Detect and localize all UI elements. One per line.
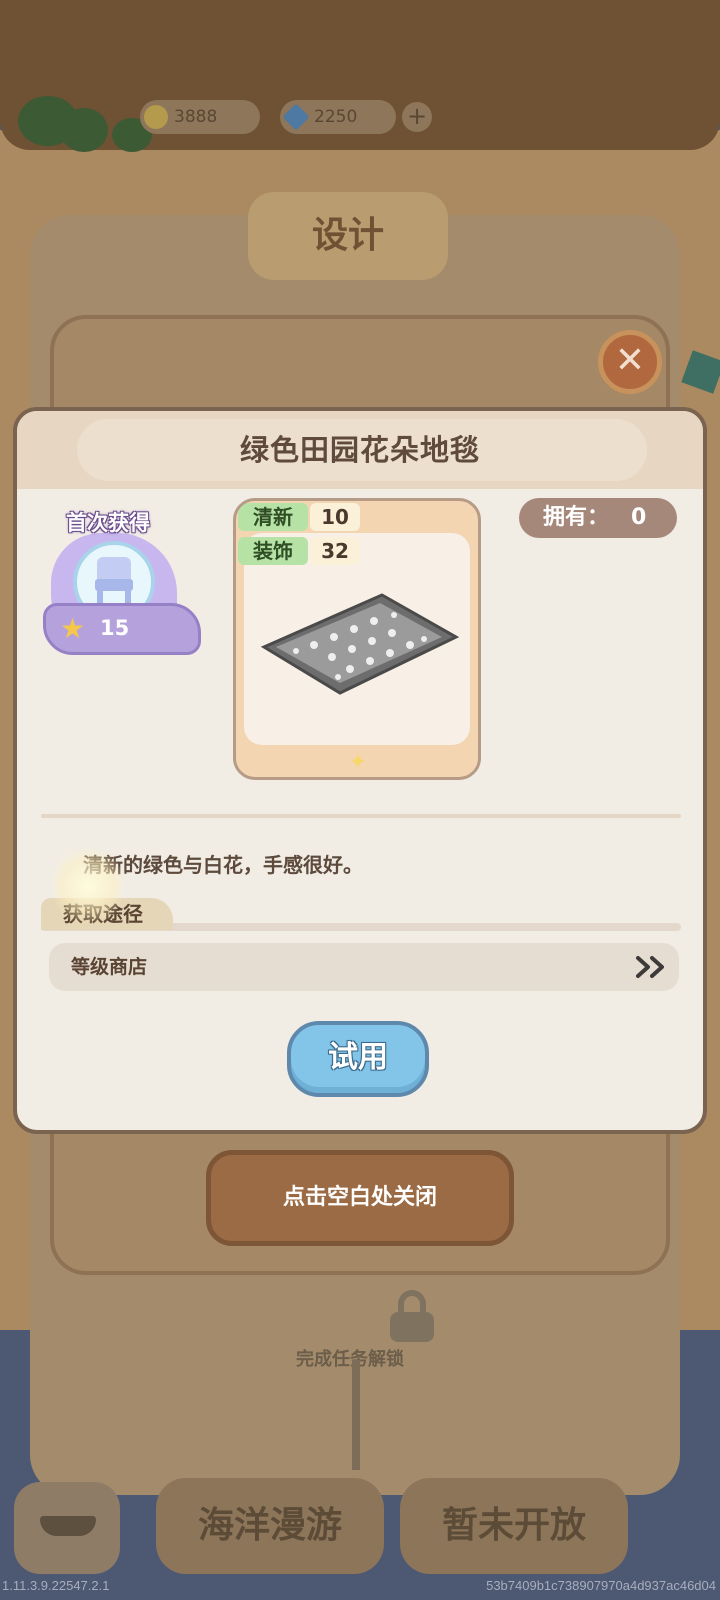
reward-value: 15	[100, 616, 130, 640]
background-close-button[interactable]: ✕	[598, 330, 662, 394]
source-item-level-shop[interactable]: 等级商店	[49, 943, 679, 991]
lock-icon	[390, 1290, 434, 1342]
coin-value: 3888	[174, 107, 218, 127]
divider	[41, 814, 681, 818]
rug-image	[260, 593, 460, 695]
chair-seat	[95, 579, 133, 591]
first-get-reward: ★ 15 首次获得	[43, 507, 213, 677]
lock-body	[390, 1312, 434, 1342]
item-card: 清新 10 装饰 32 ✦	[233, 498, 481, 780]
design-tab: 设计	[248, 192, 448, 280]
stat-label: 装饰	[238, 537, 308, 565]
sign-pole	[352, 1360, 360, 1470]
ship-button[interactable]	[14, 1482, 120, 1574]
owned-value: 0	[631, 505, 647, 530]
sparkle-icon: ✦	[348, 750, 368, 775]
coin-icon	[144, 105, 168, 129]
item-detail-dialog: 绿色田园花朵地毯 ★ 15 首次获得 清新 10 装饰 32 ✦ 拥有： 0 清…	[13, 407, 707, 1134]
locked-hint: 完成任务解锁	[296, 1349, 404, 1370]
diamond-counter: 2250	[280, 100, 396, 134]
build-hash: 53b7409b1c738907970a4d937ac46d04	[486, 1578, 716, 1593]
star-icon: ★	[60, 612, 86, 645]
owned-badge: 拥有： 0	[519, 498, 677, 538]
dialog-header: 绿色田园花朵地毯	[17, 411, 703, 489]
version-text: 1.11.3.9.22547.2.1	[2, 1578, 110, 1593]
chair-back	[97, 557, 131, 581]
reward-ribbon: ★ 15	[43, 603, 201, 655]
owned-label: 拥有：	[543, 505, 610, 530]
tap-blank-to-close[interactable]: 点击空白处关闭	[206, 1150, 514, 1246]
try-button[interactable]: 试用	[287, 1021, 429, 1097]
tab-ocean-roaming[interactable]: 海洋漫游	[156, 1478, 384, 1574]
item-description: 清新的绿色与白花，手感很好。	[83, 853, 363, 877]
coin-counter: 3888	[140, 100, 260, 134]
ship-icon	[40, 1516, 96, 1536]
stat-value: 32	[310, 537, 360, 565]
diamond-icon	[282, 103, 310, 131]
tab-not-open[interactable]: 暂未开放	[400, 1478, 628, 1574]
sparkle-effect	[53, 841, 123, 931]
add-currency-button[interactable]: +	[402, 102, 432, 132]
stat-value: 10	[310, 503, 360, 531]
stat-label: 清新	[238, 503, 308, 531]
first-get-label: 首次获得	[66, 511, 150, 535]
source-item-label: 等级商店	[71, 956, 148, 978]
dialog-title: 绿色田园花朵地毯	[239, 433, 480, 467]
bush-decoration	[60, 108, 108, 152]
diamond-value: 2250	[314, 107, 358, 127]
double-chevron-right-icon	[636, 956, 664, 978]
